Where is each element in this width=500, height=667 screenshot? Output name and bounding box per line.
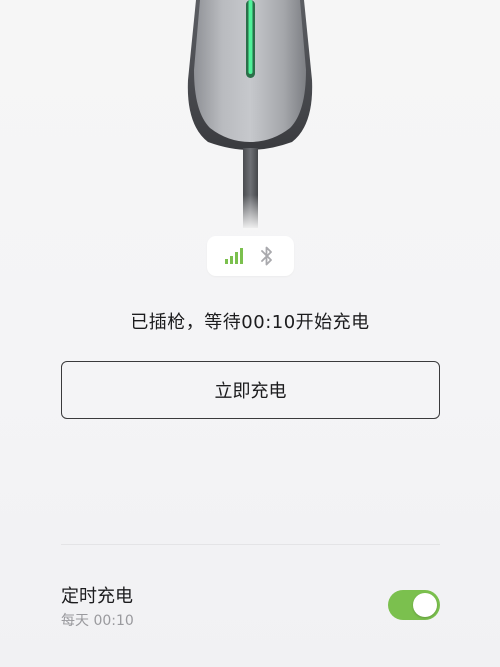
plug-status-text: 已插枪，等待00:10开始充电 <box>130 312 370 333</box>
toggle-knob <box>413 593 437 617</box>
section-divider <box>61 544 440 545</box>
bluetooth-icon <box>255 244 279 268</box>
charge-now-button[interactable]: 立即充电 <box>61 361 440 419</box>
schedule-charging-time: 每天 00:10 <box>61 613 134 629</box>
connection-status-chip <box>207 236 294 276</box>
schedule-charging-toggle[interactable] <box>388 590 440 620</box>
schedule-charging-title: 定时充电 <box>61 586 133 607</box>
signal-bars-icon <box>222 244 246 268</box>
